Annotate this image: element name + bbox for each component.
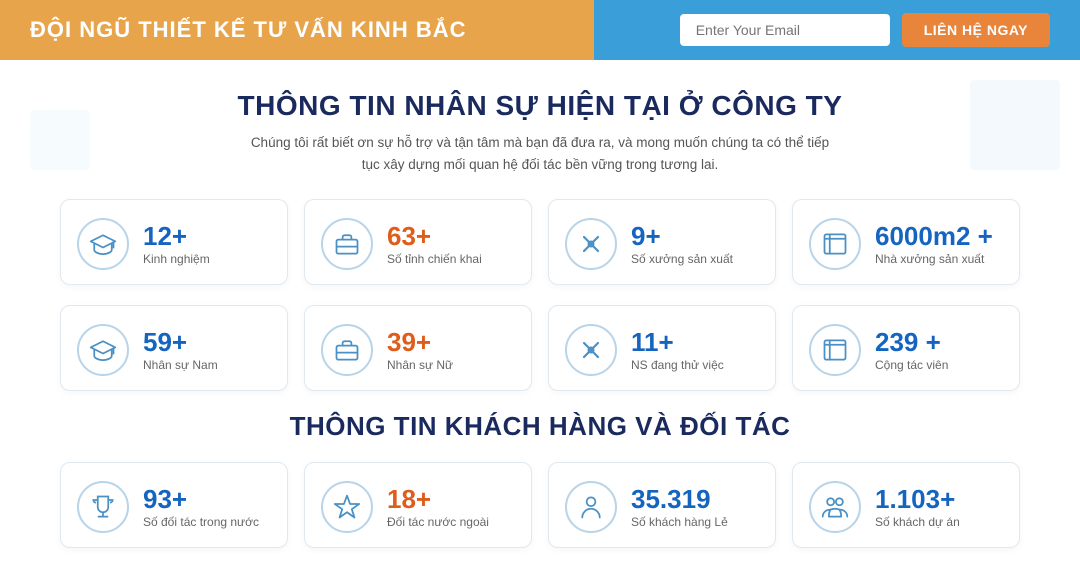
- stat-card: 59+ Nhân sự Nam: [60, 305, 288, 391]
- briefcase-icon: [321, 324, 373, 376]
- stat-info: 59+ Nhân sự Nam: [143, 328, 218, 373]
- stat-info: 12+ Kinh nghiệm: [143, 222, 210, 267]
- stat-label: Nhà xưởng sản xuất: [875, 252, 993, 266]
- stat-card: 63+ Số tỉnh chiến khai: [304, 199, 532, 285]
- stat-info: 6000m2 + Nhà xưởng sản xuất: [875, 222, 993, 267]
- stat-info: 9+ Số xưởng sản xuất: [631, 222, 733, 267]
- stat-label: Nhân sự Nam: [143, 358, 218, 372]
- stat-card: 11+ NS đang thử việc: [548, 305, 776, 391]
- section2-title: THÔNG TIN KHÁCH HÀNG VÀ ĐỐI TÁC: [60, 411, 1020, 442]
- briefcase-icon: [321, 218, 373, 270]
- stat-number: 11+: [631, 328, 724, 357]
- stat-card: 39+ Nhân sự Nữ: [304, 305, 532, 391]
- stat-info: 239 + Cộng tác viên: [875, 328, 948, 373]
- stat-info: 18+ Đối tác nước ngoài: [387, 485, 489, 530]
- stat-number: 39+: [387, 328, 453, 357]
- header: ĐỘI NGŨ THIẾT KẾ TƯ VẤN KINH BẮC LIÊN HỆ…: [0, 0, 1080, 60]
- stat-card: 9+ Số xưởng sản xuất: [548, 199, 776, 285]
- stat-card: 93+ Số đối tác trong nước: [60, 462, 288, 548]
- stat-card: 18+ Đối tác nước ngoài: [304, 462, 532, 548]
- stat-info: 63+ Số tỉnh chiến khai: [387, 222, 482, 267]
- stats-row3: 93+ Số đối tác trong nước 18+ Đối tác nư…: [60, 462, 1020, 548]
- stats-row1: 12+ Kinh nghiệm 63+ Số tỉnh chiến khai: [60, 199, 1020, 285]
- stat-card: 239 + Cộng tác viên: [792, 305, 1020, 391]
- stat-info: 1.103+ Số khách dự án: [875, 485, 960, 530]
- stat-info: 35.319 Số khách hàng Lẻ: [631, 485, 728, 530]
- stat-card: 6000m2 + Nhà xưởng sản xuất: [792, 199, 1020, 285]
- person-icon: [565, 481, 617, 533]
- tools-icon: [565, 324, 617, 376]
- group-icon: [809, 481, 861, 533]
- stat-label: Kinh nghiệm: [143, 252, 210, 266]
- trophy-icon: [77, 481, 129, 533]
- stat-label: Số khách dự án: [875, 515, 960, 529]
- stat-label: Số khách hàng Lẻ: [631, 515, 728, 529]
- stat-label: Đối tác nước ngoài: [387, 515, 489, 529]
- section1-title: THÔNG TIN NHÂN SỰ HIỆN TẠI Ở CÔNG TY: [60, 90, 1020, 122]
- stat-label: Số tỉnh chiến khai: [387, 252, 482, 266]
- tools-icon: [565, 218, 617, 270]
- stat-info: 39+ Nhân sự Nữ: [387, 328, 453, 373]
- stat-number: 239 +: [875, 328, 948, 357]
- stat-info: 11+ NS đang thử việc: [631, 328, 724, 373]
- stat-label: Nhân sự Nữ: [387, 358, 453, 372]
- stats-row2: 59+ Nhân sự Nam 39+ Nhân sự Nữ 1: [60, 305, 1020, 391]
- stat-card: 35.319 Số khách hàng Lẻ: [548, 462, 776, 548]
- stat-number: 6000m2 +: [875, 222, 993, 251]
- stat-card: 12+ Kinh nghiệm: [60, 199, 288, 285]
- stat-label: Số xưởng sản xuất: [631, 252, 733, 266]
- stat-label: Cộng tác viên: [875, 358, 948, 372]
- header-right: LIÊN HỆ NGAY: [680, 13, 1050, 47]
- stat-info: 93+ Số đối tác trong nước: [143, 485, 259, 530]
- stat-label: NS đang thử việc: [631, 358, 724, 372]
- stat-number: 12+: [143, 222, 210, 251]
- stat-number: 59+: [143, 328, 218, 357]
- book-icon: [809, 324, 861, 376]
- stat-label: Số đối tác trong nước: [143, 515, 259, 529]
- section1-subtitle: Chúng tôi rất biết ơn sự hỗ trợ và tận t…: [60, 132, 1020, 175]
- stat-number: 9+: [631, 222, 733, 251]
- graduation-icon: [77, 324, 129, 376]
- graduation-icon: [77, 218, 129, 270]
- stat-card: 1.103+ Số khách dự án: [792, 462, 1020, 548]
- main-content: THÔNG TIN NHÂN SỰ HIỆN TẠI Ở CÔNG TY Chú…: [0, 60, 1080, 568]
- email-input[interactable]: [680, 14, 890, 46]
- stat-number: 93+: [143, 485, 259, 514]
- star-icon: [321, 481, 373, 533]
- stat-number: 1.103+: [875, 485, 960, 514]
- header-title-area: ĐỘI NGŨ THIẾT KẾ TƯ VẤN KINH BẮC: [30, 17, 660, 43]
- contact-button[interactable]: LIÊN HỆ NGAY: [902, 13, 1050, 47]
- stat-number: 18+: [387, 485, 489, 514]
- stat-number: 35.319: [631, 485, 728, 514]
- header-title: ĐỘI NGŨ THIẾT KẾ TƯ VẤN KINH BẮC: [30, 17, 466, 43]
- stat-number: 63+: [387, 222, 482, 251]
- book-icon: [809, 218, 861, 270]
